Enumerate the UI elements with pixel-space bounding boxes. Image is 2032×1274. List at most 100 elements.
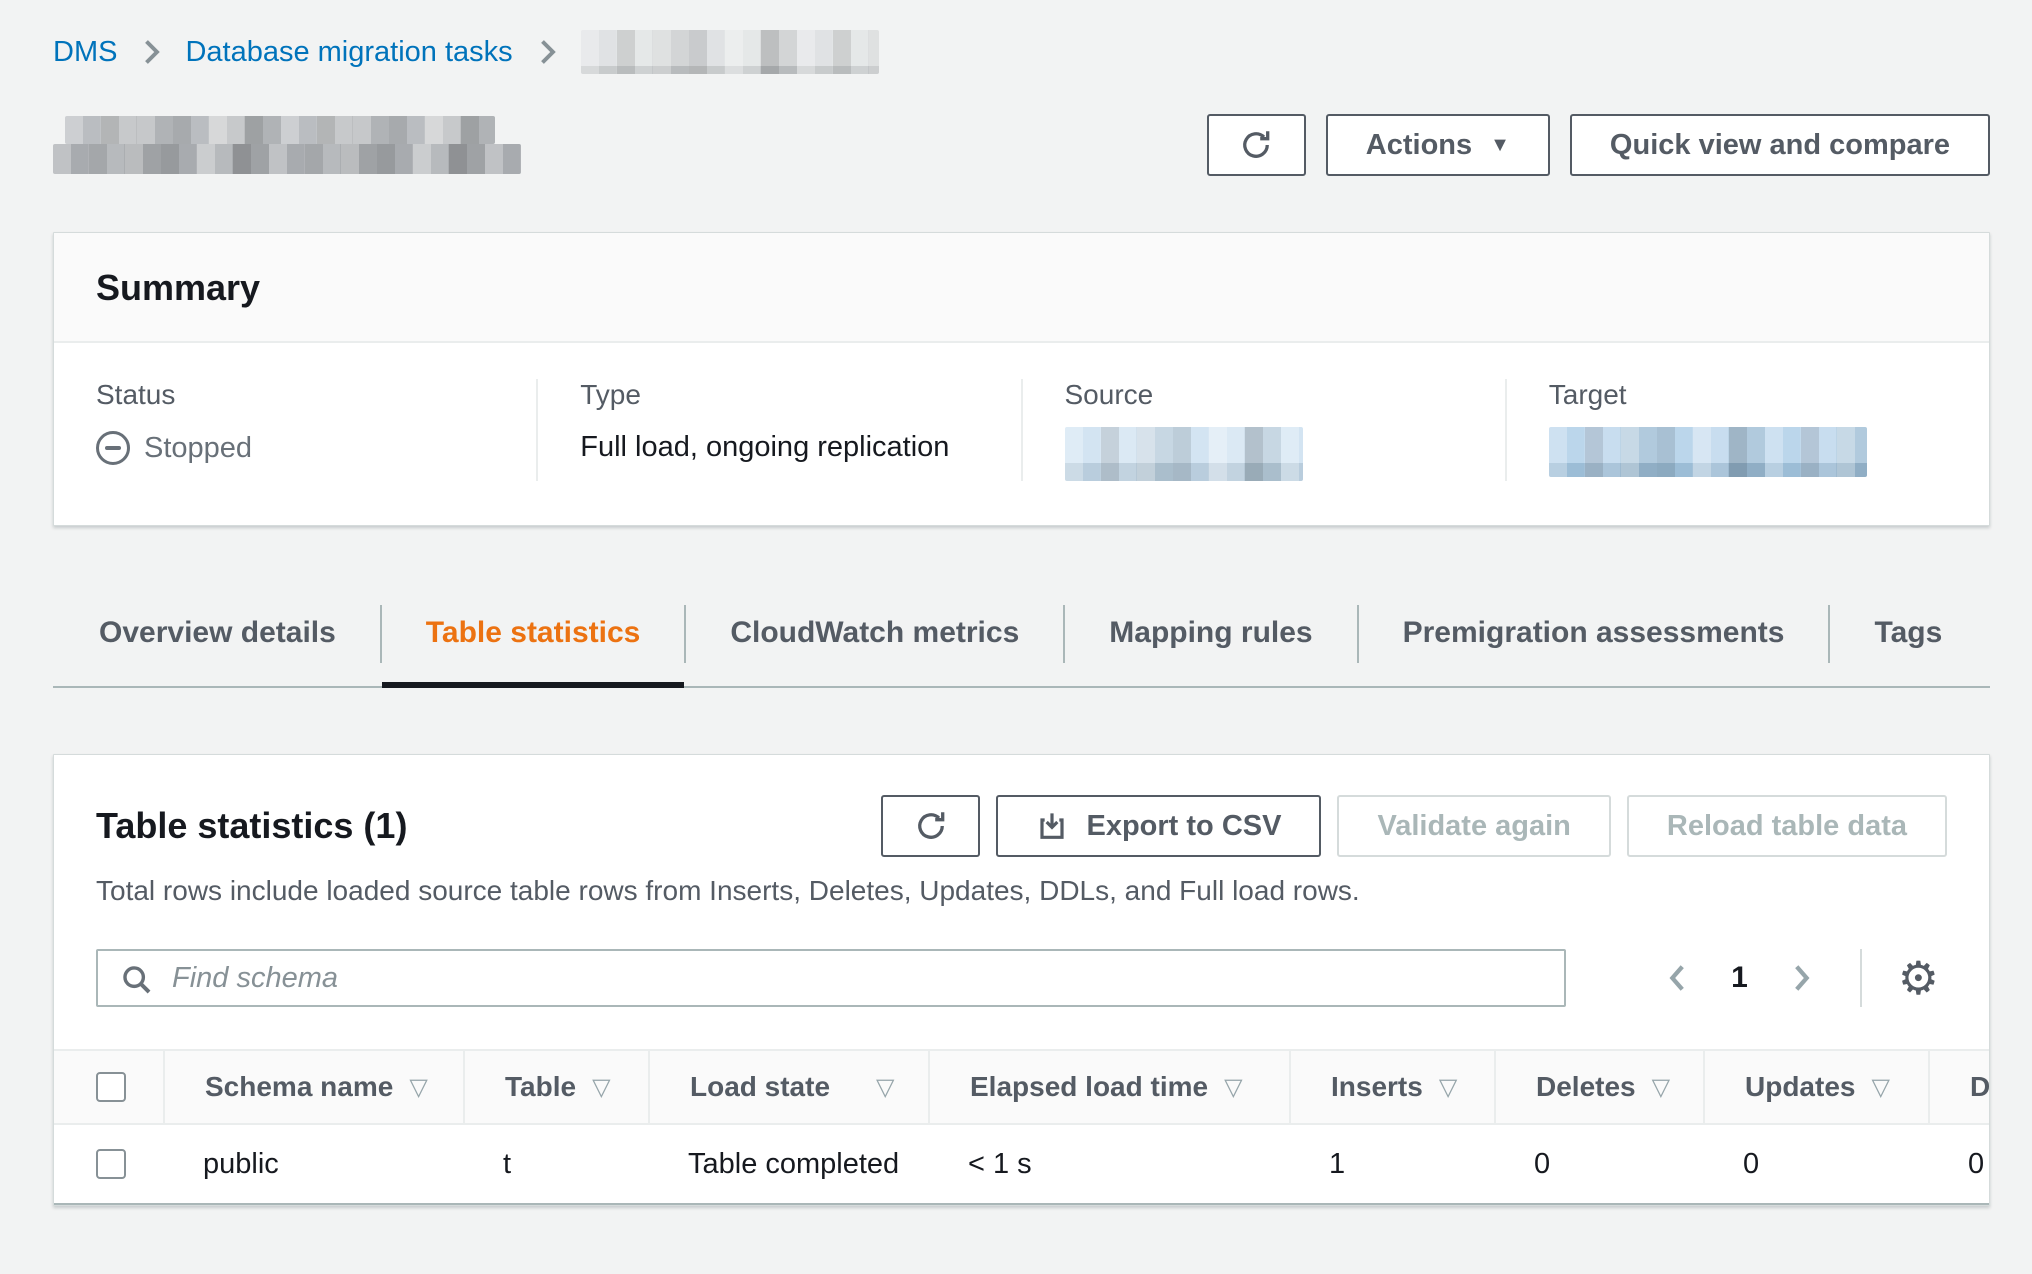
sort-icon: ▽	[1871, 1073, 1889, 1102]
page-actions: Actions ▼ Quick view and compare	[1207, 114, 1990, 176]
table-statistics-card: Table statistics (1) Export to CSV	[53, 754, 1990, 1206]
download-icon	[1036, 810, 1068, 842]
sort-icon: ▽	[876, 1073, 894, 1102]
summary-card: Summary Status Stopped Type Full load, o…	[53, 232, 1990, 526]
column-label: Table	[505, 1071, 576, 1103]
tab-tags[interactable]: Tags	[1830, 590, 1986, 686]
type-value: Full load, ongoing replication	[580, 431, 1020, 464]
validate-again-label: Validate again	[1377, 810, 1570, 843]
table-toolbar: 1 ⚙	[54, 949, 1989, 1007]
chevron-right-icon	[1786, 961, 1816, 995]
table-statistics-header: Table statistics (1) Export to CSV	[54, 795, 1989, 857]
table-row: public t Table completed < 1 s 1 0 0 0	[54, 1125, 1990, 1205]
column-label: DDLs	[1970, 1071, 1990, 1103]
select-all-cell	[54, 1051, 163, 1123]
reload-table-data-label: Reload table data	[1667, 810, 1907, 843]
gear-icon[interactable]: ⚙	[1890, 955, 1947, 1001]
breadcrumb-link-dms[interactable]: DMS	[53, 36, 117, 69]
summary-field-type: Type Full load, ongoing replication	[536, 379, 1020, 481]
cell-updates: 0	[1703, 1148, 1928, 1181]
previous-page-button[interactable]	[1653, 961, 1703, 995]
column-header-table[interactable]: Table ▽	[463, 1051, 648, 1123]
column-header-elapsed-load-time[interactable]: Elapsed load time ▽	[928, 1051, 1289, 1123]
cell-schema-name: public	[163, 1148, 463, 1181]
chevron-left-icon	[1663, 961, 1693, 995]
next-page-button[interactable]	[1776, 961, 1826, 995]
refresh-icon	[1238, 127, 1274, 163]
sort-icon: ▽	[1652, 1073, 1670, 1102]
sort-icon: ▽	[1439, 1073, 1457, 1102]
breadcrumb: DMS Database migration tasks	[53, 0, 1990, 74]
page-title-redacted-line	[65, 116, 495, 144]
sort-icon: ▽	[1224, 1073, 1242, 1102]
page-title-redacted	[53, 116, 521, 174]
refresh-button[interactable]	[1207, 114, 1306, 176]
table-statistics-description: Total rows include loaded source table r…	[54, 875, 1989, 907]
page-title-redacted-line	[53, 144, 521, 174]
status-text: Stopped	[144, 432, 252, 465]
refresh-icon	[913, 808, 949, 844]
status-label: Status	[96, 379, 536, 411]
sort-icon: ▽	[409, 1073, 427, 1102]
column-header-schema-name[interactable]: Schema name ▽	[163, 1051, 463, 1123]
select-all-checkbox[interactable]	[96, 1072, 126, 1102]
cell-inserts: 1	[1289, 1148, 1494, 1181]
stopped-icon	[96, 431, 130, 465]
export-csv-button[interactable]: Export to CSV	[996, 795, 1321, 857]
actions-button-label: Actions	[1366, 129, 1472, 162]
dms-task-page: DMS Database migration tasks Actions ▼	[0, 0, 2032, 1206]
pagination: 1 ⚙	[1653, 949, 1947, 1007]
schema-search	[96, 949, 1566, 1007]
breadcrumb-current-redacted	[581, 30, 879, 74]
tab-cloudwatch-metrics[interactable]: CloudWatch metrics	[686, 590, 1063, 686]
tab-premigration-assessments[interactable]: Premigration assessments	[1359, 590, 1829, 686]
table-statistics-table: Schema name ▽ Table ▽ Load state ▽ Elaps…	[54, 1049, 1990, 1205]
quick-view-compare-button[interactable]: Quick view and compare	[1570, 114, 1990, 176]
column-label: Inserts	[1331, 1071, 1423, 1103]
column-label: Deletes	[1536, 1071, 1636, 1103]
table-statistics-title: Table statistics (1)	[96, 805, 407, 847]
export-csv-label: Export to CSV	[1086, 810, 1281, 843]
summary-title: Summary	[96, 267, 1947, 309]
tab-table-statistics[interactable]: Table statistics	[382, 590, 685, 686]
breadcrumb-link-tasks[interactable]: Database migration tasks	[185, 36, 512, 69]
toolbar-divider	[1860, 949, 1862, 1007]
column-header-inserts[interactable]: Inserts ▽	[1289, 1051, 1494, 1123]
source-label: Source	[1065, 379, 1505, 411]
column-label: Elapsed load time	[970, 1071, 1208, 1103]
column-header-deletes[interactable]: Deletes ▽	[1494, 1051, 1703, 1123]
cell-elapsed-load-time: < 1 s	[928, 1148, 1289, 1181]
tab-mapping-rules[interactable]: Mapping rules	[1065, 590, 1356, 686]
summary-field-target: Target	[1505, 379, 1989, 481]
quick-view-compare-label: Quick view and compare	[1610, 129, 1950, 162]
column-header-ddls[interactable]: DDLs	[1928, 1051, 1990, 1123]
find-schema-input[interactable]	[98, 951, 1564, 1005]
summary-body: Status Stopped Type Full load, ongoing r…	[54, 343, 1989, 525]
column-label: Updates	[1745, 1071, 1855, 1103]
summary-field-source: Source	[1021, 379, 1505, 481]
validate-again-button[interactable]: Validate again	[1337, 795, 1610, 857]
summary-field-status: Status Stopped	[54, 379, 536, 481]
table-statistics-actions: Export to CSV Validate again Reload tabl…	[881, 795, 1947, 857]
tab-overview-details[interactable]: Overview details	[55, 590, 380, 686]
target-label: Target	[1549, 379, 1989, 411]
task-detail-tabs: Overview details Table statistics CloudW…	[53, 590, 1990, 688]
column-label: Load state	[690, 1071, 830, 1103]
chevron-down-icon: ▼	[1490, 135, 1510, 155]
table-refresh-button[interactable]	[881, 795, 980, 857]
type-label: Type	[580, 379, 1020, 411]
column-header-updates[interactable]: Updates ▽	[1703, 1051, 1928, 1123]
status-value: Stopped	[96, 431, 536, 465]
column-header-load-state[interactable]: Load state ▽	[648, 1051, 928, 1123]
cell-load-state: Table completed	[648, 1148, 928, 1181]
actions-button[interactable]: Actions ▼	[1326, 114, 1550, 176]
source-endpoint-link-redacted[interactable]	[1065, 427, 1303, 481]
target-endpoint-link-redacted[interactable]	[1549, 427, 1867, 477]
table-header-row: Schema name ▽ Table ▽ Load state ▽ Elaps…	[54, 1049, 1990, 1125]
column-label: Schema name	[205, 1071, 393, 1103]
summary-card-header: Summary	[54, 233, 1989, 343]
reload-table-data-button[interactable]: Reload table data	[1627, 795, 1947, 857]
row-checkbox[interactable]	[96, 1149, 126, 1179]
current-page-number: 1	[1703, 961, 1776, 995]
sort-icon: ▽	[592, 1073, 610, 1102]
